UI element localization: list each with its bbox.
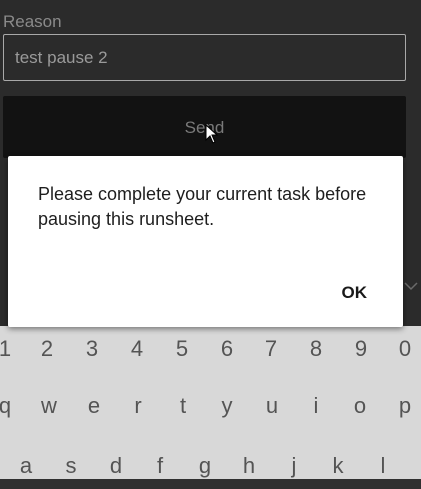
key-2[interactable]: 2	[28, 326, 66, 372]
key-d[interactable]: d	[97, 443, 135, 489]
key-3[interactable]: 3	[73, 326, 111, 372]
key-k[interactable]: k	[319, 443, 357, 489]
key-i[interactable]: i	[297, 383, 335, 429]
key-8[interactable]: 8	[297, 326, 335, 372]
key-q[interactable]: q	[0, 383, 24, 429]
key-5[interactable]: 5	[163, 326, 201, 372]
key-h[interactable]: h	[230, 443, 268, 489]
keyboard-top-row: q w e r t y u i o p	[0, 383, 421, 429]
mouse-cursor-icon	[205, 124, 219, 144]
alert-dialog: Please complete your current task before…	[8, 156, 403, 327]
key-j[interactable]: j	[275, 443, 313, 489]
key-0[interactable]: 0	[386, 326, 421, 372]
soft-keyboard: 1 2 3 4 5 6 7 8 9 0 q w e r t y u i o p …	[0, 326, 421, 479]
keyboard-number-row: 1 2 3 4 5 6 7 8 9 0	[0, 326, 421, 372]
reason-input-value: test pause 2	[15, 48, 108, 67]
key-o[interactable]: o	[341, 383, 379, 429]
keyboard-middle-row: a s d f g h j k l	[0, 443, 421, 489]
key-4[interactable]: 4	[118, 326, 156, 372]
key-e[interactable]: e	[75, 383, 113, 429]
ok-button[interactable]: OK	[334, 280, 376, 306]
key-u[interactable]: u	[253, 383, 291, 429]
key-1[interactable]: 1	[0, 326, 24, 372]
key-y[interactable]: y	[208, 383, 246, 429]
key-s[interactable]: s	[52, 443, 90, 489]
key-p[interactable]: p	[386, 383, 421, 429]
reason-input[interactable]: test pause 2	[3, 34, 406, 81]
key-g[interactable]: g	[186, 443, 224, 489]
key-l[interactable]: l	[364, 443, 402, 489]
key-9[interactable]: 9	[342, 326, 380, 372]
key-a[interactable]: a	[7, 443, 45, 489]
key-6[interactable]: 6	[208, 326, 246, 372]
key-t[interactable]: t	[164, 383, 202, 429]
key-w[interactable]: w	[30, 383, 68, 429]
key-7[interactable]: 7	[252, 326, 290, 372]
reason-label: Reason	[3, 12, 62, 31]
chevron-down-icon[interactable]	[402, 277, 420, 295]
key-f[interactable]: f	[141, 443, 179, 489]
dialog-message: Please complete your current task before…	[38, 184, 367, 229]
key-r[interactable]: r	[119, 383, 157, 429]
